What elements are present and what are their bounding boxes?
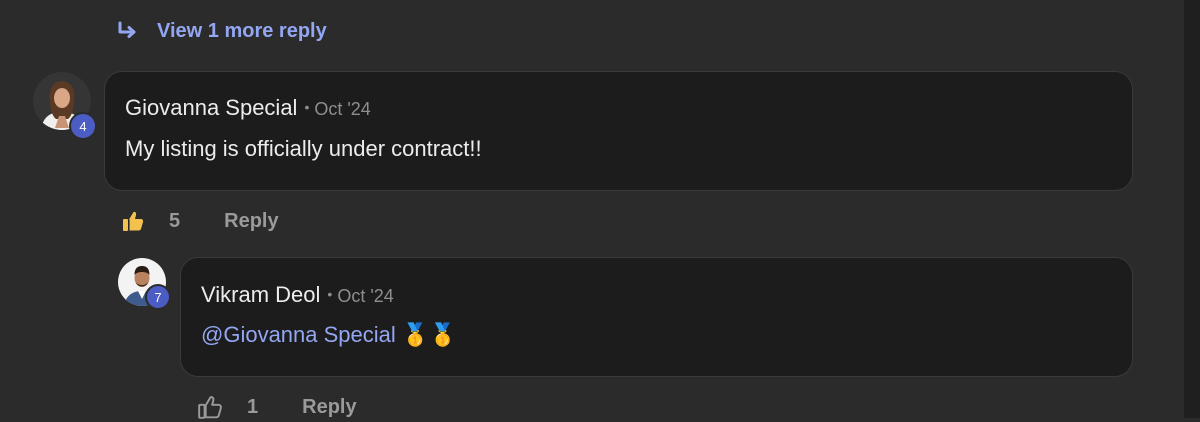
meta-separator: • [304,99,310,115]
level-badge: 4 [69,112,97,140]
comment-date: Oct '24 [337,286,394,306]
like-count: 5 [169,209,181,232]
meta-separator: • [327,286,333,302]
scrollbar-track[interactable] [1184,0,1200,418]
reply-arrow-icon [116,21,138,41]
thumbs-up-outline-icon[interactable] [197,394,223,420]
comment-meta: Vikram Deol • Oct '24 [201,282,394,308]
comment-author[interactable]: Giovanna Special [125,95,297,121]
view-more-replies-button[interactable]: View 1 more reply [116,17,327,45]
like-count: 1 [247,395,259,418]
reply-button[interactable]: Reply [302,396,356,419]
avatar[interactable]: 4 [33,72,97,140]
level-badge: 7 [145,284,171,310]
avatar[interactable]: 7 [118,258,171,310]
medal-emoji: 🥇🥇 [401,323,457,348]
reply-bubble: Vikram Deol • Oct '24 @Giovanna Special … [180,257,1133,377]
view-more-replies-label: View 1 more reply [157,19,327,42]
comment-body: My listing is officially under contract!… [125,136,482,161]
comment-bubble: Giovanna Special • Oct '24 My listing is… [104,71,1133,191]
reply-button[interactable]: Reply [224,210,278,233]
comment-meta: Giovanna Special • Oct '24 [125,95,371,121]
comment-actions: 5 Reply [121,206,279,236]
thumbs-up-filled-icon[interactable] [121,209,145,233]
comment-date: Oct '24 [314,99,371,119]
user-mention-link[interactable]: @Giovanna Special [201,322,396,347]
comment-body: @Giovanna Special 🥇🥇 [201,322,457,348]
comment-author[interactable]: Vikram Deol [201,282,320,308]
